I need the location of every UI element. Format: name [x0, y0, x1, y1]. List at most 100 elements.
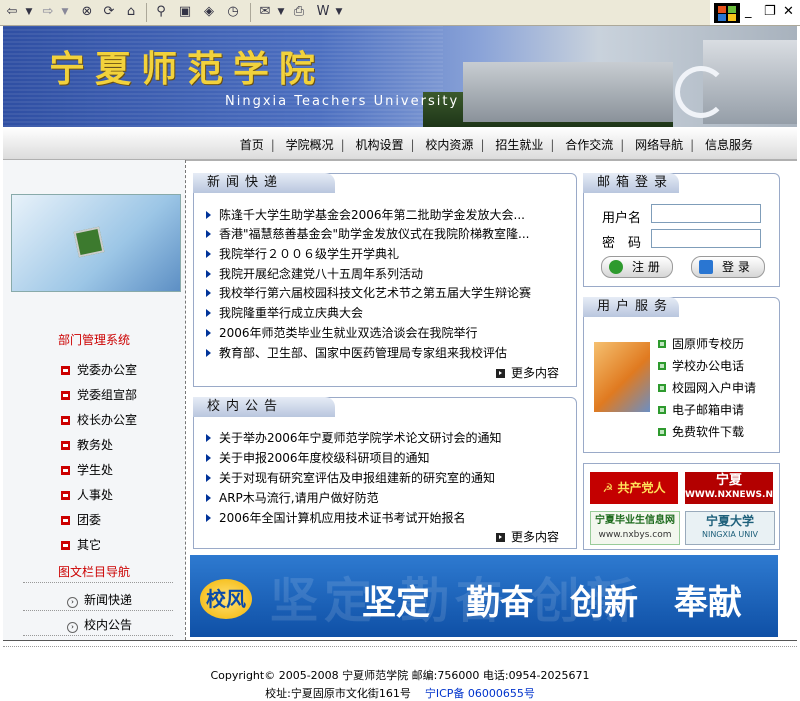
section-nav-item[interactable]: › 校内公告 — [23, 616, 173, 633]
service-item[interactable]: 学校办公电话 — [658, 357, 744, 374]
circle-arrow-icon: › — [67, 597, 78, 608]
icp-link[interactable]: 宁ICP备 06000655号 — [425, 687, 535, 700]
dept-item[interactable]: 教务处 — [61, 436, 113, 453]
computer-mouse-image — [594, 342, 650, 412]
triangle-bullet-icon — [206, 211, 211, 219]
nav-item-services[interactable]: 信息服务 — [705, 136, 753, 153]
nav-item-departments[interactable]: 机构设置 — [356, 136, 404, 153]
notice-item[interactable]: 关于举办2006年宁夏师范学院学术论文研讨会的通知 — [206, 429, 502, 446]
restore-icon[interactable]: ❐ — [764, 4, 776, 19]
nav-item-cooperation[interactable]: 合作交流 — [565, 136, 613, 153]
login-button[interactable]: 登 录 — [691, 256, 765, 278]
column-divider — [185, 160, 186, 640]
main-nav: 首页 | 学院概况 | 机构设置 | 校内资源 | 招生就业 | 合作交流 | 网络导航 | … — [3, 127, 797, 161]
address-line: 校址:宁夏固原市文化街161号 宁ICP备 06000655号 — [0, 685, 800, 701]
more-arrow-icon — [496, 533, 505, 542]
dept-item[interactable]: 团委 — [61, 511, 101, 528]
nav-item-about[interactable]: 学院概况 — [286, 136, 334, 153]
notice-item[interactable]: 关于申报2006年度校级科研项目的通知 — [206, 449, 430, 466]
section-nav-item[interactable]: › 新闻快递 — [23, 591, 173, 608]
school-spirit-banner: 坚定 勤奋 创新 校风 坚定 勤奋 创新 奉献 — [190, 555, 778, 637]
news-panel-title: 新闻快递 — [193, 173, 335, 193]
copyright-text: Copyright© 2005-2008 宁夏师范学院 邮编:756000 电话… — [210, 669, 590, 682]
address-text: 校址:宁夏固原市文化街161号 — [265, 687, 411, 700]
favorites-icon[interactable]: ▣ — [176, 3, 194, 21]
news-item[interactable]: 香港"福慧慈善基金会"助学金发放仪式在我院阶梯教室隆... — [206, 225, 530, 242]
users-icon — [699, 260, 713, 274]
dept-item[interactable]: 其它 — [61, 536, 101, 553]
news-item[interactable]: 教育部、卫生部、国家中医药管理局专家组来我校评估 — [206, 344, 507, 361]
party-link[interactable]: ☭ 共产党人 — [590, 472, 678, 504]
news-item[interactable]: 我校举行第六届校园科技文化艺术节之第五届大学生辩论赛 — [206, 284, 531, 301]
username-input[interactable] — [651, 204, 761, 223]
mail-dropdown-icon[interactable]: ▼ — [276, 3, 286, 21]
mail-icon[interactable]: ✉ — [256, 3, 274, 21]
dept-system-title: 部门管理系统 — [57, 333, 130, 347]
logo-ring-icon — [675, 66, 727, 118]
register-button[interactable]: 注 册 — [601, 256, 673, 278]
news-item[interactable]: 陈逢千大学生助学基金会2006年第二批助学金发放大会... — [206, 206, 525, 223]
circle-arrow-icon: › — [67, 622, 78, 633]
print-icon[interactable]: ⎙ — [290, 3, 308, 21]
notice-panel-title: 校内公告 — [193, 397, 335, 417]
nav-item-home[interactable]: 首页 — [240, 136, 264, 153]
dept-item[interactable]: 党委办公室 — [61, 361, 137, 378]
password-label: 密 码 — [602, 236, 642, 251]
service-item[interactable]: 校园网入户申请 — [658, 379, 756, 396]
back-dropdown-icon[interactable]: ▼ — [24, 3, 34, 21]
mailbox-title: 邮箱登录 — [583, 173, 679, 193]
site-title: 宁夏师范学院 — [49, 48, 326, 90]
forward-arrow-icon[interactable]: ⇨ — [40, 3, 56, 21]
ningxia-university-link[interactable]: 宁夏大学 NINGXIA UNIV — [685, 511, 775, 545]
service-item[interactable]: 免费软件下载 — [658, 423, 744, 440]
news-item[interactable]: 我院举行２００６级学生开学典礼 — [206, 245, 399, 262]
dept-item[interactable]: 学生处 — [61, 461, 113, 478]
edit-icon[interactable]: W — [314, 3, 332, 21]
edit-dropdown-icon[interactable]: ▼ — [334, 3, 344, 21]
slogan-words: 坚定 勤奋 创新 奉献 — [362, 583, 742, 623]
notice-more-link[interactable]: 更多内容 — [496, 528, 559, 545]
nxnews-link[interactable]: 宁夏 WWW.NXNEWS.NET — [685, 472, 773, 504]
triangle-bullet-icon — [206, 230, 211, 238]
minimize-icon[interactable]: _ — [745, 4, 752, 19]
triangle-bullet-icon — [206, 349, 211, 357]
notice-item[interactable]: ARP木马流行,请用户做好防范 — [206, 489, 379, 506]
dept-item[interactable]: 校长办公室 — [61, 411, 137, 428]
triangle-bullet-icon — [206, 329, 211, 337]
news-item[interactable]: 我院开展纪念建党八十五周年系列活动 — [206, 265, 423, 282]
dept-item[interactable]: 党委组宣部 — [61, 386, 137, 403]
link-logos: ☭ 共产党人 宁夏 WWW.NXNEWS.NET 宁夏毕业生信息网 www.nx… — [583, 463, 780, 550]
dept-item[interactable]: 人事处 — [61, 486, 113, 503]
notice-item[interactable]: 关于对现有研究室评估及申报组建新的研究室的通知 — [206, 469, 495, 486]
bullet-icon — [61, 491, 70, 500]
notice-item[interactable]: 2006年全国计算机应用技术证书考试开始报名 — [206, 509, 466, 526]
news-more-link[interactable]: 更多内容 — [496, 364, 559, 381]
nav-item-resources[interactable]: 校内资源 — [425, 136, 473, 153]
forward-dropdown-icon[interactable]: ▼ — [60, 3, 70, 21]
bullet-icon — [61, 391, 70, 400]
close-icon[interactable]: ✕ — [783, 4, 794, 19]
nav-item-admissions[interactable]: 招生就业 — [495, 136, 543, 153]
service-item[interactable]: 固原师专校历 — [658, 335, 744, 352]
bullet-icon — [61, 416, 70, 425]
site-subtitle: Ningxia Teachers University — [225, 94, 460, 109]
search-icon[interactable]: ⚲ — [152, 3, 170, 21]
home-icon[interactable]: ⌂ — [122, 3, 140, 21]
news-item[interactable]: 2006年师范类毕业生就业双选洽谈会在我院举行 — [206, 324, 478, 341]
triangle-bullet-icon — [206, 289, 211, 297]
media-icon[interactable]: ◈ — [200, 3, 218, 21]
service-item[interactable]: 电子邮箱申请 — [658, 401, 744, 418]
password-input[interactable] — [651, 229, 761, 248]
refresh-icon[interactable]: ⟳ — [100, 3, 118, 21]
triangle-bullet-icon — [206, 474, 211, 482]
triangle-bullet-icon — [206, 434, 211, 442]
nav-item-links[interactable]: 网络导航 — [635, 136, 683, 153]
news-item[interactable]: 我院隆重举行成立庆典大会 — [206, 304, 363, 321]
triangle-bullet-icon — [206, 454, 211, 462]
triangle-bullet-icon — [206, 494, 211, 502]
stop-icon[interactable]: ⊗ — [78, 3, 96, 21]
nav-section-title: 图文栏目导航 — [57, 565, 130, 579]
history-icon[interactable]: ◷ — [224, 3, 242, 21]
graduate-info-link[interactable]: 宁夏毕业生信息网 www.nxbys.com — [590, 511, 680, 545]
back-arrow-icon[interactable]: ⇦ — [4, 3, 20, 21]
